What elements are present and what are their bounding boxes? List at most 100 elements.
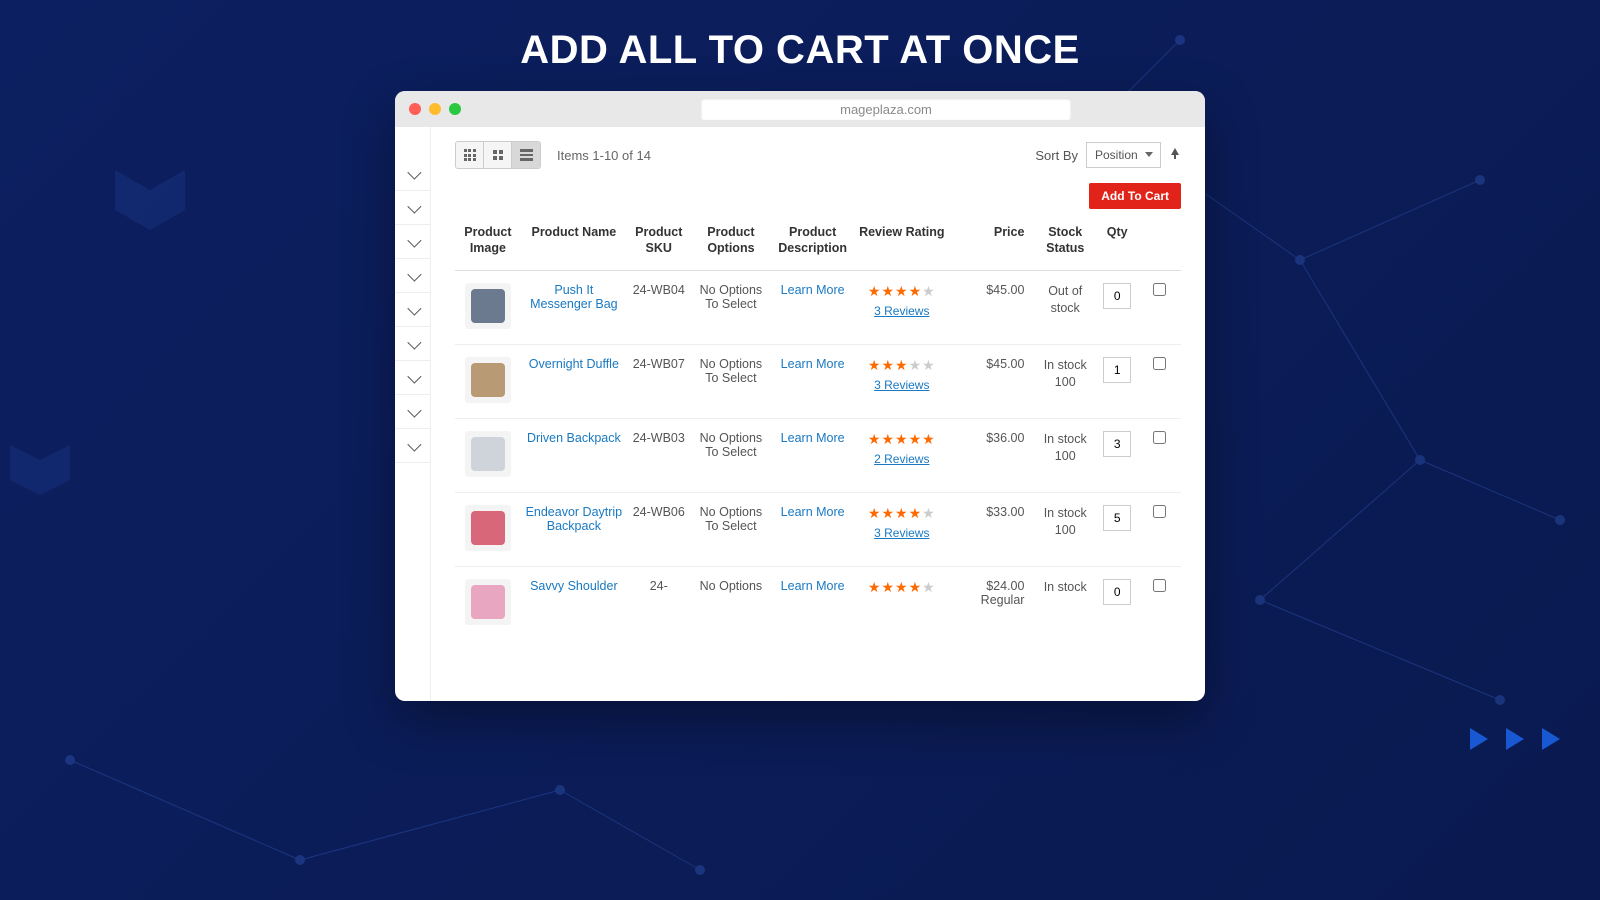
grid-icon	[464, 149, 476, 161]
product-image[interactable]	[465, 505, 511, 551]
reviews-link[interactable]: 3 Reviews	[858, 378, 946, 392]
product-image[interactable]	[465, 579, 511, 625]
table-row: Driven Backpack24-WB03No Options To Sele…	[455, 419, 1181, 493]
row-select-checkbox[interactable]	[1153, 505, 1166, 518]
maximize-icon[interactable]	[449, 103, 461, 115]
product-options: No Options To Select	[691, 345, 772, 419]
page-heading: ADD ALL TO CART AT ONCE	[0, 0, 1600, 91]
product-name-link[interactable]: Endeavor Daytrip Backpack	[526, 505, 623, 533]
product-price: $45.00	[950, 271, 1035, 345]
stock-status: In stock100	[1034, 419, 1096, 493]
qty-input[interactable]	[1103, 579, 1131, 605]
col-rating: Review Rating	[854, 219, 950, 271]
product-image[interactable]	[465, 283, 511, 329]
product-image[interactable]	[465, 357, 511, 403]
browser-window: mageplaza.com Items 1-10 of 14	[395, 91, 1205, 701]
product-sku: 24-	[627, 567, 691, 641]
product-table: Product Image Product Name Product SKU P…	[455, 219, 1181, 640]
chevron-down-icon	[407, 335, 421, 349]
col-stock: Stock Status	[1034, 219, 1096, 271]
rating-stars: ★★★★★	[868, 283, 936, 299]
row-select-checkbox[interactable]	[1153, 431, 1166, 444]
filter-toggle[interactable]	[395, 293, 430, 327]
product-price: $24.00 Regular	[950, 567, 1035, 641]
product-name-link[interactable]: Push It Messenger Bag	[530, 283, 618, 311]
browser-chrome: mageplaza.com	[395, 91, 1205, 127]
reviews-link[interactable]: 3 Reviews	[858, 304, 946, 318]
reviews-link[interactable]: 2 Reviews	[858, 452, 946, 466]
grid-large-icon	[493, 150, 503, 160]
table-row: Overnight Duffle 24-WB07No Options To Sel…	[455, 345, 1181, 419]
qty-input[interactable]	[1103, 431, 1131, 457]
product-sku: 24-WB07	[627, 345, 691, 419]
learn-more-link[interactable]: Learn More	[781, 283, 845, 297]
product-name-link[interactable]: Overnight Duffle	[529, 357, 619, 371]
row-select-checkbox[interactable]	[1153, 283, 1166, 296]
decorative-play-icons	[1470, 728, 1560, 750]
col-sku: Product SKU	[627, 219, 691, 271]
product-options: No Options To Select	[691, 419, 772, 493]
learn-more-link[interactable]: Learn More	[781, 431, 845, 445]
product-name-link[interactable]: Driven Backpack	[527, 431, 621, 445]
col-description: Product Description	[771, 219, 854, 271]
stock-status: In stock100	[1034, 345, 1096, 419]
chevron-down-icon	[407, 437, 421, 451]
filter-toggle[interactable]	[395, 429, 430, 463]
row-select-checkbox[interactable]	[1153, 357, 1166, 370]
col-name: Product Name	[521, 219, 627, 271]
product-sku: 24-WB06	[627, 493, 691, 567]
qty-input[interactable]	[1103, 357, 1131, 383]
product-image[interactable]	[465, 431, 511, 477]
view-list-button[interactable]	[512, 142, 540, 168]
col-price: Price	[950, 219, 1035, 271]
close-icon[interactable]	[409, 103, 421, 115]
chevron-down-icon	[407, 199, 421, 213]
url-bar[interactable]: mageplaza.com	[701, 98, 1071, 120]
sort-direction-button[interactable]	[1169, 146, 1181, 164]
window-controls	[409, 103, 461, 115]
stock-status: In stock	[1034, 567, 1096, 641]
list-toolbar: Items 1-10 of 14 Sort By Position	[455, 141, 1181, 169]
product-sku: 24-WB04	[627, 271, 691, 345]
filter-toggle[interactable]	[395, 327, 430, 361]
col-options: Product Options	[691, 219, 772, 271]
chevron-down-icon	[407, 267, 421, 281]
chevron-down-icon	[407, 403, 421, 417]
filter-toggle[interactable]	[395, 157, 430, 191]
sort-by-select[interactable]: Position	[1086, 142, 1161, 168]
chevron-down-icon	[407, 301, 421, 315]
col-image: Product Image	[455, 219, 521, 271]
col-qty: Qty	[1096, 219, 1138, 271]
rating-stars: ★★★★★	[868, 357, 936, 373]
qty-input[interactable]	[1103, 283, 1131, 309]
learn-more-link[interactable]: Learn More	[781, 579, 845, 593]
filter-toggle[interactable]	[395, 259, 430, 293]
chevron-down-icon	[407, 233, 421, 247]
add-to-cart-button[interactable]: Add To Cart	[1089, 183, 1181, 209]
table-row: Savvy Shoulder24-No OptionsLearn More★★★…	[455, 567, 1181, 641]
view-grid-small-button[interactable]	[456, 142, 484, 168]
learn-more-link[interactable]: Learn More	[781, 357, 845, 371]
view-mode-switch	[455, 141, 541, 169]
arrow-up-icon	[1169, 147, 1181, 159]
filter-toggle[interactable]	[395, 225, 430, 259]
reviews-link[interactable]: 3 Reviews	[858, 526, 946, 540]
qty-input[interactable]	[1103, 505, 1131, 531]
filter-toggle[interactable]	[395, 191, 430, 225]
minimize-icon[interactable]	[429, 103, 441, 115]
view-grid-large-button[interactable]	[484, 142, 512, 168]
rating-stars: ★★★★★	[868, 505, 936, 521]
chevron-down-icon	[407, 369, 421, 383]
stock-status: Out of stock	[1034, 271, 1096, 345]
sort-by-label: Sort By	[1035, 148, 1078, 163]
product-price: $45.00	[950, 345, 1035, 419]
product-name-link[interactable]: Savvy Shoulder	[530, 579, 618, 593]
filter-toggle[interactable]	[395, 361, 430, 395]
table-row: Endeavor Daytrip Backpack24-WB06No Optio…	[455, 493, 1181, 567]
row-select-checkbox[interactable]	[1153, 579, 1166, 592]
filter-toggle[interactable]	[395, 395, 430, 429]
rating-stars: ★★★★★	[868, 431, 936, 447]
product-price: $36.00	[950, 419, 1035, 493]
learn-more-link[interactable]: Learn More	[781, 505, 845, 519]
product-options: No Options To Select	[691, 271, 772, 345]
